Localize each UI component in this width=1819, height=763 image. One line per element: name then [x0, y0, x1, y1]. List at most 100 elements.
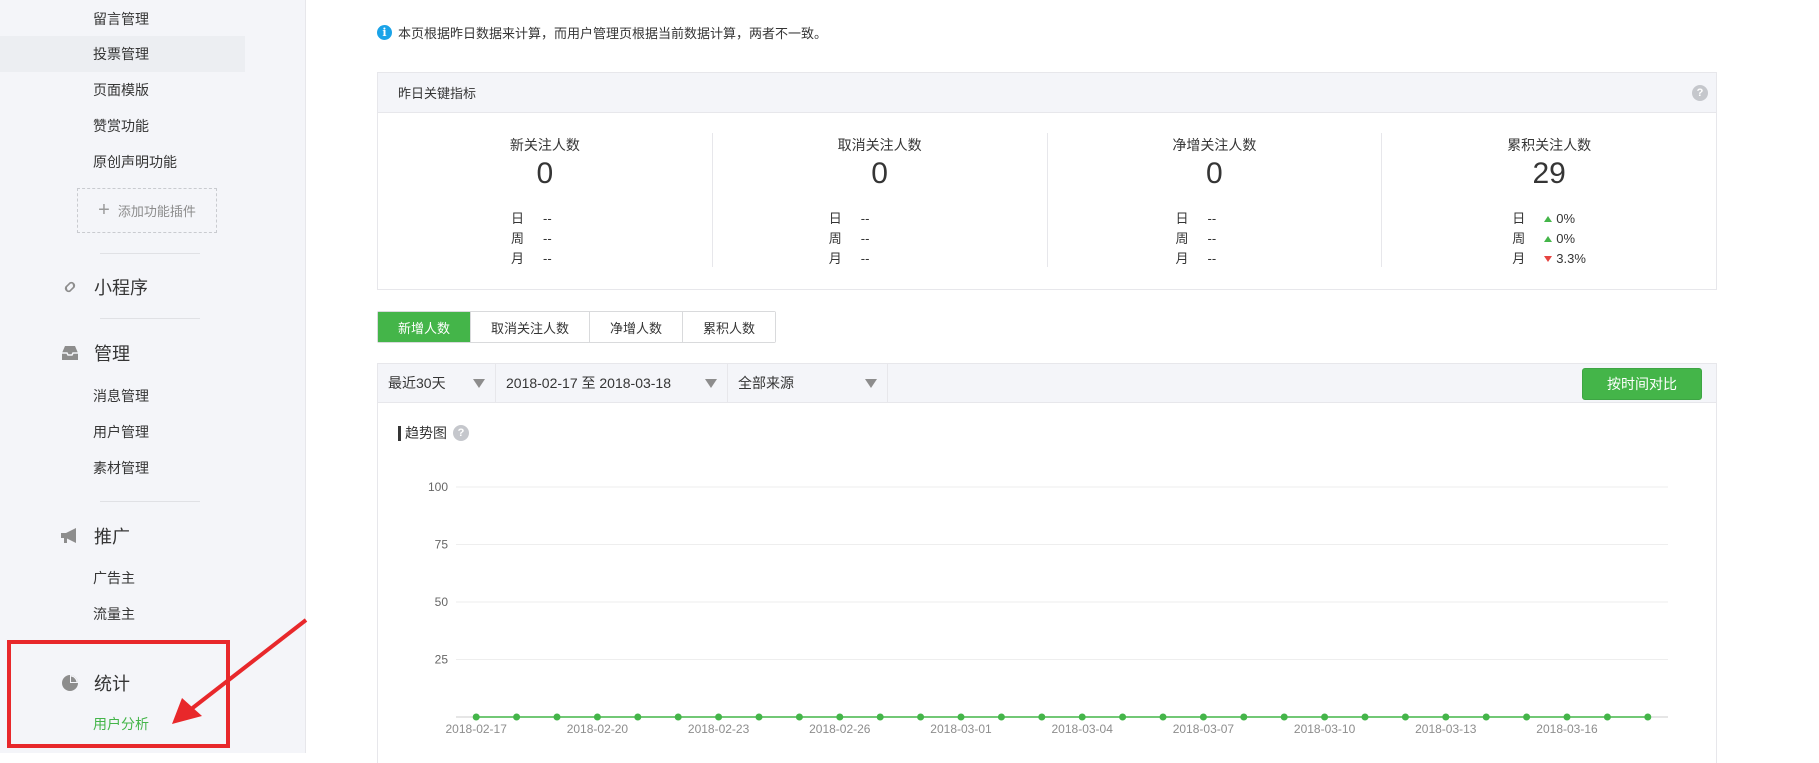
- sidebar-section-label: 小程序: [94, 278, 148, 298]
- x-tick-label: 2018-03-16: [1536, 722, 1598, 736]
- data-point: [553, 713, 561, 721]
- x-tick-label: 2018-03-10: [1294, 722, 1356, 736]
- kpi-column-value: 0: [536, 157, 554, 190]
- x-tick-label: 2018-02-26: [809, 722, 871, 736]
- kpi-row: 月 --: [1176, 249, 1217, 269]
- sidebar-item-materials[interactable]: 素材管理: [93, 459, 149, 477]
- kpi-row-value: 3.3%: [1556, 251, 1586, 266]
- kpi-row-value: --: [860, 211, 870, 226]
- trend-chart-panel: 趋势图 ? 25 50 75 100 2018-02-17 2018-02-20 2018-…: [377, 403, 1717, 763]
- x-tick-label: 2018-03-07: [1173, 722, 1235, 736]
- data-point: [957, 713, 965, 721]
- sidebar-section-promotion[interactable]: 推广: [60, 523, 130, 549]
- sidebar-item-vote[interactable]: 投票管理: [93, 45, 149, 63]
- source-select[interactable]: 全部来源: [728, 364, 888, 402]
- data-point: [513, 713, 521, 721]
- kpi-column-title: 净增关注人数: [1172, 137, 1257, 153]
- kpi-row: 日 --: [511, 209, 552, 229]
- kpi-row-value: --: [860, 231, 870, 246]
- x-tick-label: 2018-03-13: [1415, 722, 1477, 736]
- kpi-rows: 日 -- 周 -- 月 --: [829, 209, 870, 269]
- megaphone-icon: [60, 526, 80, 546]
- notice: i 本页根据昨日数据来计算，而用户管理页根据当前数据计算，两者不一致。: [377, 23, 827, 42]
- data-point: [634, 713, 642, 721]
- chevron-down-icon: [865, 378, 877, 388]
- compare-by-time-button[interactable]: 按时间对比: [1582, 368, 1702, 400]
- help-icon[interactable]: ?: [1692, 85, 1708, 101]
- kpi-row-value: --: [543, 231, 552, 246]
- sidebar-section-miniprogram[interactable]: 小程序: [60, 274, 148, 300]
- kpi-columns: 新关注人数 0 日 -- 周 -- 月 -- 取消关注人数 0 日 -- 周 -- 月 -- 净增关注人…: [378, 113, 1716, 289]
- metric-tabs: 新增人数 取消关注人数 净增人数 累积人数: [377, 311, 777, 343]
- kpi-row-key: 月: [828, 251, 842, 266]
- kpi-row-key: 周: [1512, 231, 1526, 246]
- data-point: [997, 713, 1005, 721]
- divider: [100, 318, 200, 319]
- x-tick-label: 2018-02-17: [446, 722, 508, 736]
- kpi-row: 周 --: [1176, 229, 1217, 249]
- kpi-row: 日 --: [829, 209, 870, 229]
- data-point: [1321, 713, 1329, 721]
- sidebar-item-comments[interactable]: 留言管理: [93, 10, 149, 28]
- kpi-column-value: 0: [1206, 157, 1223, 190]
- sidebar-item-publisher[interactable]: 流量主: [93, 605, 135, 623]
- data-point: [1240, 713, 1248, 721]
- kpi-row-key: 日: [1175, 211, 1189, 226]
- data-point: [1199, 713, 1207, 721]
- data-point: [715, 713, 723, 721]
- data-point: [1159, 713, 1167, 721]
- range-select[interactable]: 最近30天: [378, 364, 496, 402]
- plus-icon: +: [98, 199, 110, 221]
- x-tick-label: 2018-02-23: [688, 722, 750, 736]
- kpi-column-value: 0: [871, 157, 888, 190]
- sidebar-item-messages[interactable]: 消息管理: [93, 387, 149, 405]
- info-icon: i: [377, 25, 392, 40]
- data-point: [917, 713, 925, 721]
- kpi-row-value: 0%: [1556, 231, 1576, 246]
- add-plugin-button[interactable]: + 添加功能插件: [77, 188, 217, 233]
- sidebar-section-label: 管理: [94, 344, 130, 364]
- y-tick-label: 50: [435, 595, 449, 609]
- data-point: [1361, 713, 1369, 721]
- tab-2[interactable]: 净增人数: [590, 312, 684, 342]
- kpi-rows: 日 0% 周 0% 月 3.3%: [1512, 209, 1586, 269]
- kpi-panel: 昨日关键指标 ? 新关注人数 0 日 -- 周 -- 月 -- 取消关注人数 0 日 -- 周 -…: [377, 72, 1717, 290]
- date-range-select[interactable]: 2018-02-17 至 2018-03-18: [496, 364, 728, 402]
- kpi-row-value: --: [1207, 211, 1217, 226]
- tab-3[interactable]: 累积人数: [683, 312, 776, 342]
- sidebar-item-reward[interactable]: 赞赏功能: [93, 117, 149, 135]
- divider: [100, 253, 200, 254]
- data-point: [1563, 713, 1571, 721]
- kpi-column-title: 新关注人数: [509, 137, 580, 153]
- data-point: [1523, 713, 1531, 721]
- y-tick-label: 25: [435, 653, 449, 667]
- sidebar-item-users[interactable]: 用户管理: [93, 423, 149, 441]
- kpi-row: 月 --: [511, 249, 552, 269]
- date-range-value: 2018-02-17 至 2018-03-18: [506, 375, 672, 391]
- data-point: [1603, 713, 1611, 721]
- pointer-arrow: [172, 618, 308, 724]
- sidebar-item-advertiser[interactable]: 广告主: [93, 569, 135, 587]
- kpi-header: 昨日关键指标 ?: [378, 73, 1716, 113]
- tab-0[interactable]: 新增人数: [378, 312, 472, 342]
- chevron-down-icon: [705, 378, 717, 388]
- kpi-row-key: 周: [511, 231, 525, 246]
- sidebar-item-original[interactable]: 原创声明功能: [93, 153, 177, 171]
- chevron-down-icon: [473, 378, 485, 388]
- kpi-row: 月 --: [829, 249, 870, 269]
- range-select-value: 最近30天: [388, 375, 446, 391]
- kpi-row: 月 3.3%: [1512, 249, 1586, 269]
- sidebar-section-manage[interactable]: 管理: [60, 340, 130, 366]
- tab-1[interactable]: 取消关注人数: [471, 312, 591, 342]
- kpi-column-title: 取消关注人数: [837, 137, 922, 153]
- x-tick-label: 2018-03-01: [930, 722, 992, 736]
- data-point: [1442, 713, 1450, 721]
- arrow-up-icon: [1544, 216, 1553, 222]
- kpi-column: 新关注人数 0 日 -- 周 -- 月 --: [378, 133, 713, 267]
- sidebar-item-page-template[interactable]: 页面模版: [93, 81, 149, 99]
- kpi-column: 取消关注人数 0 日 -- 周 -- 月 --: [713, 133, 1048, 267]
- divider: [100, 501, 200, 502]
- kpi-column: 净增关注人数 0 日 -- 周 -- 月 --: [1048, 133, 1383, 267]
- data-point: [1078, 713, 1086, 721]
- kpi-row-key: 月: [1512, 251, 1526, 266]
